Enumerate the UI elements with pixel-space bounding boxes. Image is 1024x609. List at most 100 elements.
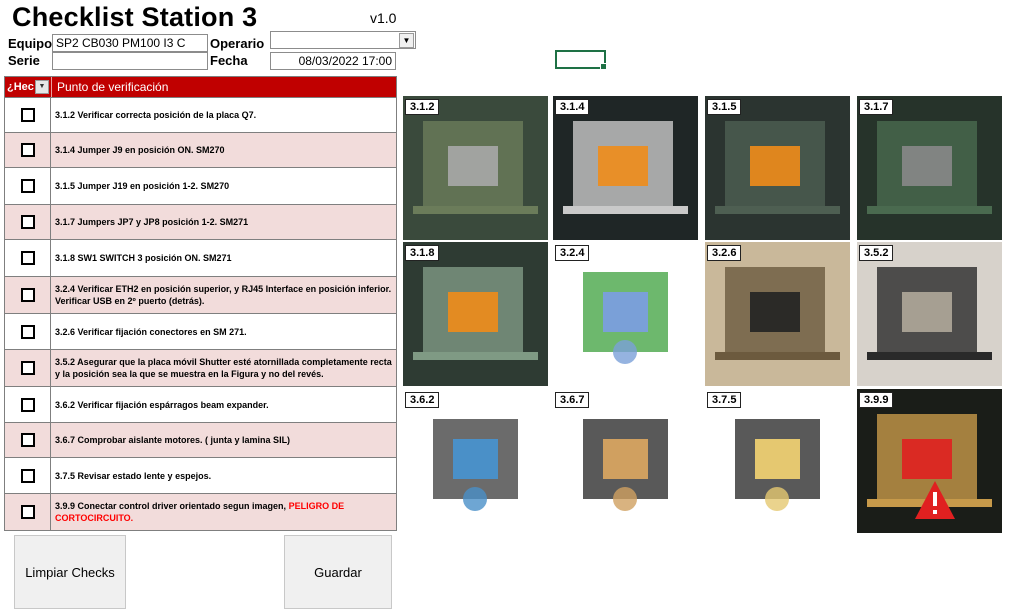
figure-graphic (403, 96, 548, 240)
table-row: 3.2.4 Verificar ETH2 en posición superio… (5, 276, 396, 313)
table-header: ¿Hec ▼ Punto de verificación (5, 77, 396, 97)
figure-graphic (403, 242, 548, 386)
figure-image: 3.1.5 (705, 96, 850, 240)
checkbox[interactable] (20, 179, 35, 193)
figure-image: 3.2.4 (553, 242, 698, 386)
figure-graphic (553, 389, 698, 533)
col-done-header[interactable]: ¿Hec ▼ (5, 77, 51, 97)
figure-tag: 3.1.4 (555, 99, 590, 115)
check-cell (5, 133, 51, 167)
table-row: 3.1.5 Jumper J19 en posición 1-2. SM270 (5, 167, 396, 204)
figure-image: 3.5.2 (857, 242, 1002, 386)
figure-tag: 3.2.6 (707, 245, 742, 261)
table-row: 3.6.7 Comprobar aislante motores. ( junt… (5, 422, 396, 457)
version-label: v1.0 (370, 10, 397, 26)
figure-graphic (857, 242, 1002, 386)
check-cell (5, 277, 51, 313)
col-point-header: Punto de verificación (51, 77, 396, 97)
figure-tag: 3.1.5 (707, 99, 742, 115)
fill-handle[interactable] (600, 63, 607, 70)
check-item-text: 3.2.6 Verificar fijación conectores en S… (55, 326, 247, 337)
table-row: 3.9.9 Conectar control driver orientado … (5, 493, 396, 530)
table-row: 3.1.8 SW1 SWITCH 3 posición ON. SM271 (5, 239, 396, 276)
figure-image: 3.2.6 (705, 242, 850, 386)
figure-tag: 3.6.2 (405, 392, 440, 408)
equipo-label: Equipo (8, 36, 53, 51)
checkbox[interactable] (20, 468, 35, 483)
figure-tag: 3.1.2 (405, 99, 440, 115)
checkbox[interactable] (20, 324, 35, 339)
check-item-text: 3.6.2 Verificar fijación espárragos beam… (55, 399, 269, 410)
table-row: 3.1.4 Jumper J9 en posición ON. SM270 (5, 132, 396, 167)
figure-image: 3.6.7 (553, 389, 698, 533)
check-cell (5, 387, 51, 422)
check-item-text: 3.7.5 Revisar estado lente y espejos. (55, 470, 212, 481)
check-cell (5, 98, 51, 132)
check-item-text: 3.1.4 Jumper J9 en posición ON. SM270 (51, 133, 396, 167)
figure-image: 3.9.9 (857, 389, 1002, 533)
checkbox[interactable] (20, 251, 35, 265)
checkbox[interactable] (20, 397, 35, 412)
check-item-text: 3.6.7 Comprobar aislante motores. ( junt… (51, 423, 396, 457)
check-item-text: 3.2.4 Verificar ETH2 en posición superio… (51, 277, 396, 313)
figure-tag: 3.6.7 (555, 392, 590, 408)
fecha-field[interactable]: 08/03/2022 17:00 (270, 52, 396, 70)
figure-tag: 3.9.9 (859, 392, 894, 408)
table-row: 3.6.2 Verificar fijación espárragos beam… (5, 386, 396, 422)
figure-graphic (553, 242, 698, 386)
figure-graphic (857, 389, 1002, 533)
figure-image: 3.7.5 (705, 389, 850, 533)
figure-graphic (705, 96, 850, 240)
figure-image: 3.1.4 (553, 96, 698, 240)
figure-tag: 3.7.5 (707, 392, 742, 408)
table-row: 3.2.6 Verificar fijación conectores en S… (5, 313, 396, 349)
figure-graphic (705, 242, 850, 386)
selected-cell[interactable] (555, 50, 607, 70)
check-item-text: 3.1.2 Verificar correcta posición de la … (55, 110, 257, 120)
check-cell (5, 494, 51, 530)
serie-label: Serie (8, 53, 40, 68)
check-item-text: 3.9.9 Conectar control driver orientado … (51, 494, 396, 530)
check-cell (5, 423, 51, 457)
figure-graphic (553, 96, 698, 240)
check-item-text: 3.1.8 SW1 SWITCH 3 posición ON. SM271 (55, 253, 232, 263)
clear-checks-button[interactable]: Limpiar Checks (14, 535, 126, 609)
check-item-text: 3.5.2 Asegurar que la placa móvil Shutte… (51, 350, 396, 386)
check-cell (5, 240, 51, 276)
equipo-field[interactable]: SP2 CB030 PM100 I3 C (52, 34, 208, 52)
filter-dropdown-icon[interactable]: ▼ (34, 80, 49, 94)
checkbox[interactable] (20, 505, 35, 519)
figure-image: 3.1.8 (403, 242, 548, 386)
chevron-down-icon[interactable]: ▼ (399, 33, 414, 48)
check-cell (5, 168, 51, 204)
table-row: 3.1.7 Jumpers JP7 y JP8 posición 1-2. SM… (5, 204, 396, 239)
checkbox[interactable] (20, 215, 35, 229)
figure-image: 3.1.2 (403, 96, 548, 240)
table-row: 3.5.2 Asegurar que la placa móvil Shutte… (5, 349, 396, 386)
fecha-label: Fecha (210, 53, 248, 68)
check-item-text: 3.1.7 Jumpers JP7 y JP8 posición 1-2. SM… (51, 205, 396, 239)
checkbox[interactable] (20, 433, 35, 447)
check-cell (5, 205, 51, 239)
checkbox[interactable] (20, 143, 35, 157)
figure-graphic (705, 389, 850, 533)
operario-label: Operario (210, 36, 265, 51)
check-cell (5, 350, 51, 386)
check-cell (5, 458, 51, 493)
operario-dropdown[interactable] (270, 31, 416, 49)
save-button[interactable]: Guardar (284, 535, 392, 609)
table-row: 3.1.2 Verificar correcta posición de la … (5, 97, 396, 132)
serie-field[interactable] (52, 52, 208, 70)
checkbox[interactable] (20, 288, 35, 302)
figure-tag: 3.1.8 (405, 245, 440, 261)
checkbox[interactable] (20, 108, 35, 122)
figure-image: 3.6.2 (403, 389, 548, 533)
figure-tag: 3.1.7 (859, 99, 894, 115)
table-row: 3.7.5 Revisar estado lente y espejos. (5, 457, 396, 493)
page-title: Checklist Station 3 (12, 2, 258, 32)
checklist-table: ¿Hec ▼ Punto de verificación 3.1.2 Verifi… (4, 76, 397, 531)
figure-graphic (857, 96, 1002, 240)
checkbox[interactable] (20, 361, 35, 375)
figure-image: 3.1.7 (857, 96, 1002, 240)
figure-graphic (403, 389, 548, 533)
